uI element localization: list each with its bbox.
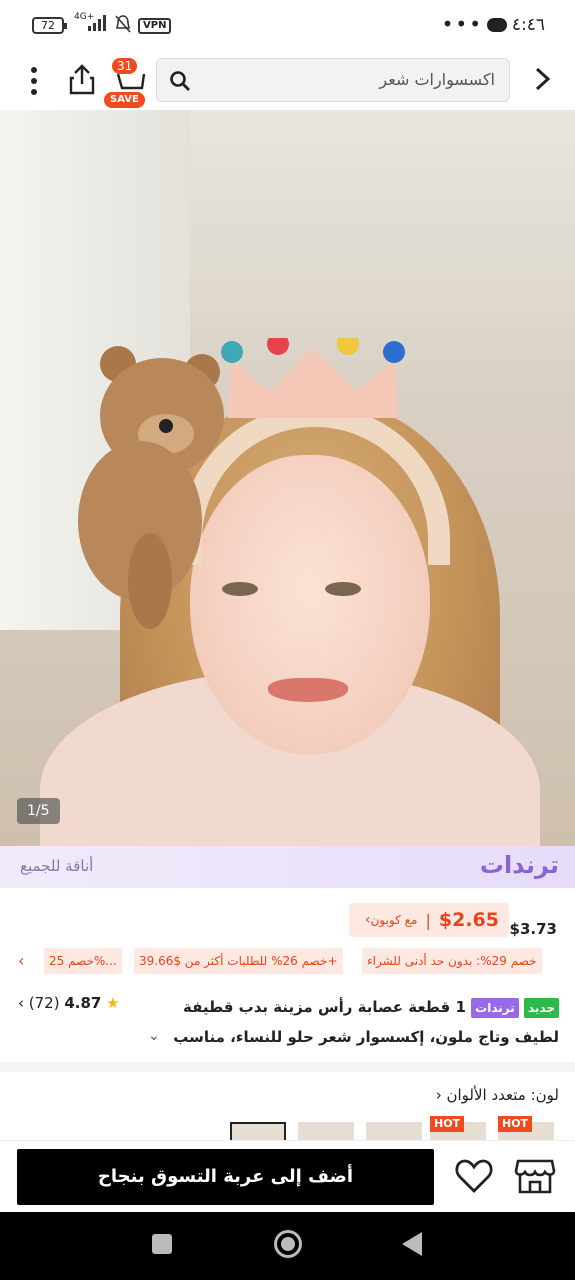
back-chevron-icon[interactable] <box>531 64 555 94</box>
original-price: $3.73 <box>509 920 557 938</box>
bottom-action-bar: أضف إلى عربة التسوق بنجاح <box>0 1140 575 1212</box>
share-icon[interactable] <box>66 62 98 96</box>
color-thumbnail[interactable] <box>298 1122 354 1142</box>
color-label: لون: متعدد الألوان <box>446 1086 560 1104</box>
color-thumbnail[interactable] <box>230 1122 286 1142</box>
discount-chip[interactable]: خصم 25%... <box>44 948 122 974</box>
coupon-label: مع كوبون <box>370 913 418 927</box>
battery-icon: 72 <box>32 17 67 34</box>
teddy-bear-illustration <box>78 346 224 629</box>
title-line-2: لطيف وتاج ملون، إكسسوار شعر حلو للنساء، … <box>173 1028 559 1046</box>
image-pager: 1/5 <box>17 798 60 824</box>
add-to-cart-button[interactable]: أضف إلى عربة التسوق بنجاح <box>17 1149 434 1205</box>
chevron-left-icon[interactable]: ‹ <box>18 951 24 970</box>
trend-banner-tagline: أناقة للجميع <box>20 857 94 875</box>
review-count: (72) <box>28 994 60 1012</box>
search-input[interactable]: اكسسوارات شعر <box>379 70 495 89</box>
clock: ٤:٤٦ <box>511 15 545 35</box>
heart-icon[interactable] <box>454 1157 494 1195</box>
recents-icon[interactable] <box>152 1234 172 1254</box>
cart-button[interactable]: 31 SAVE <box>104 58 158 110</box>
section-divider <box>0 1062 575 1072</box>
color-thumbnails: HOT HOT <box>230 1116 560 1142</box>
store-icon[interactable] <box>514 1157 556 1195</box>
chevron-left-icon: ‹ <box>18 994 24 1012</box>
price-row: $3.73 ‹ مع كوبون | $2.65 <box>0 900 575 940</box>
color-selector[interactable]: لون: متعدد الألوان ‹ <box>436 1086 559 1104</box>
coupon-price-box[interactable]: ‹ مع كوبون | $2.65 <box>348 903 509 937</box>
cart-count-badge: 31 <box>112 58 138 74</box>
product-title-row: جديد ترندات 1 قطعة عصابة رأس مزينة بدب ق… <box>0 988 575 1048</box>
home-icon[interactable] <box>274 1230 302 1258</box>
color-thumbnail[interactable] <box>366 1122 422 1142</box>
crown-illustration <box>221 338 405 418</box>
save-badge: SAVE <box>104 92 145 108</box>
discount-chip[interactable]: خصم 29%: بدون حد أدنى للشراء <box>362 948 542 974</box>
vpn-badge: VPN <box>138 18 172 34</box>
discount-chip[interactable]: خصم 26% للطلبات أكثر من $39.66+ <box>134 948 343 974</box>
product-title[interactable]: جديد ترندات 1 قطعة عصابة رأس مزينة بدب ق… <box>169 992 559 1052</box>
new-badge: جديد <box>523 998 559 1018</box>
star-icon: ★ <box>106 994 120 1012</box>
product-image[interactable]: 1/5 <box>0 110 575 846</box>
rating[interactable]: ‹ (72) 4.87 ★ <box>18 994 120 1012</box>
search-bar[interactable]: اكسسوارات شعر <box>156 58 510 102</box>
key-icon <box>487 18 507 32</box>
trend-banner[interactable]: ترندات أناقة للجميع <box>0 846 575 888</box>
top-bar: 31 SAVE اكسسوارات شعر <box>0 52 575 110</box>
status-more-dots: ••• <box>441 12 483 36</box>
trend-badge: ترندات <box>471 998 519 1018</box>
expand-chevron-icon[interactable]: ⌄ <box>148 1028 160 1044</box>
coupon-price: $2.65 <box>438 909 499 931</box>
hot-badge: HOT <box>430 1116 465 1132</box>
discount-chips: ‹ خصم 25%... خصم 26% للطلبات أكثر من $39… <box>16 948 559 976</box>
title-line-1: 1 قطعة عصابة رأس مزينة بدب قطيفة <box>182 998 466 1016</box>
rating-score: 4.87 <box>64 994 102 1012</box>
trend-banner-title: ترندات <box>479 851 559 879</box>
mute-bell-icon <box>115 15 131 33</box>
signal-icon <box>88 15 106 31</box>
hot-badge: HOT <box>498 1116 533 1132</box>
back-icon[interactable] <box>402 1232 422 1256</box>
status-bar: 72 4G+ VPN ••• ٤:٤٦ <box>0 0 575 52</box>
system-nav-bar <box>0 1212 575 1280</box>
more-menu-icon[interactable] <box>24 64 44 98</box>
chevron-left-icon: ‹ <box>435 1086 442 1104</box>
search-icon[interactable] <box>169 70 191 92</box>
